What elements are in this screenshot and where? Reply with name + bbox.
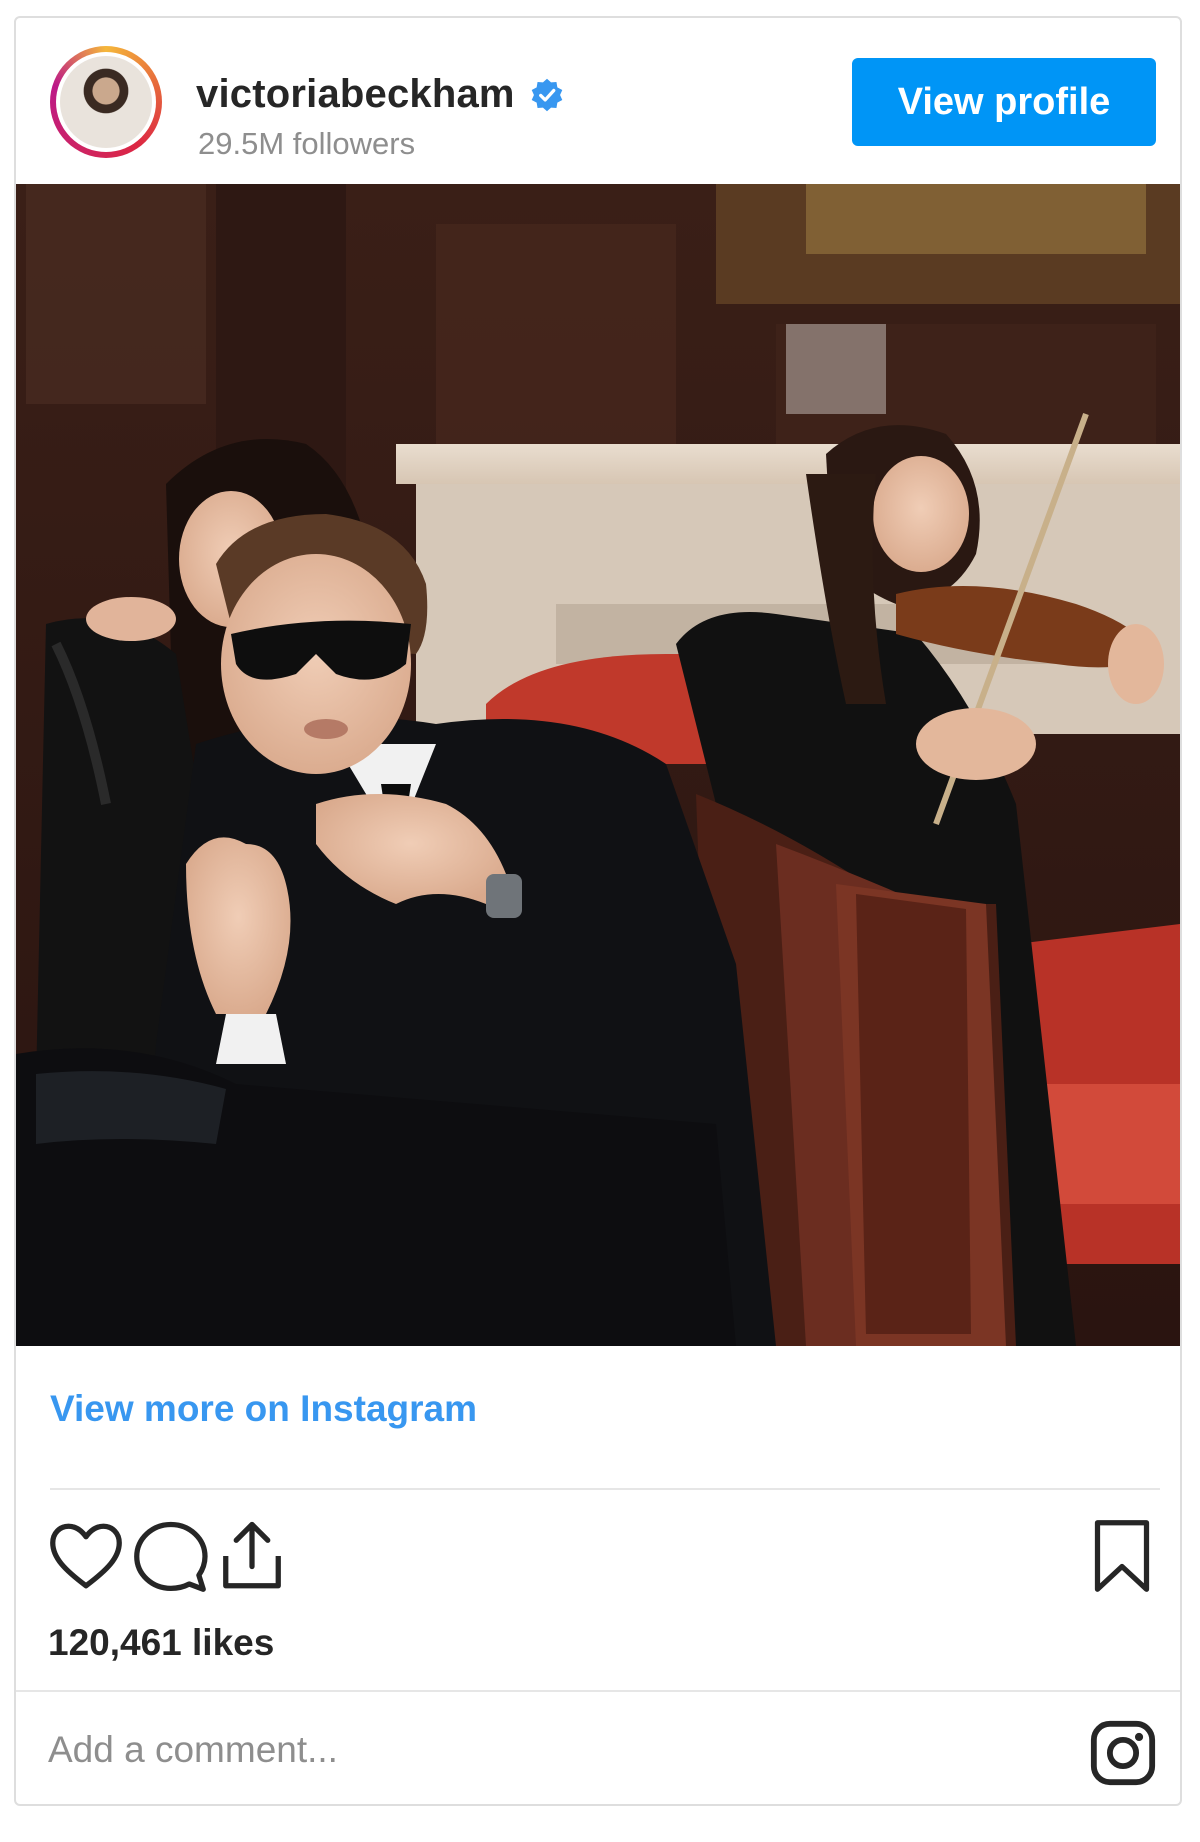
view-profile-button[interactable]: View profile	[852, 58, 1156, 146]
instagram-icon[interactable]	[1088, 1718, 1158, 1788]
share-upload-icon[interactable]	[210, 1514, 294, 1598]
avatar-image	[60, 56, 152, 148]
post-photo-image	[16, 184, 1180, 1346]
bookmark-icon[interactable]	[1080, 1514, 1164, 1598]
heart-icon[interactable]	[44, 1514, 128, 1598]
verified-badge-icon	[531, 78, 563, 111]
view-more-link[interactable]: View more on Instagram	[50, 1388, 477, 1430]
comment-input[interactable]	[48, 1718, 1048, 1782]
username-row: victoriabeckham	[196, 72, 565, 117]
post-photo[interactable]	[16, 184, 1180, 1346]
likes-count: 120,461 likes	[48, 1622, 275, 1663]
avatar-frame	[56, 52, 156, 152]
username[interactable]: victoriabeckham	[196, 72, 515, 117]
divider	[16, 1690, 1180, 1692]
post-header: victoriabeckham 29.5M followers View pro…	[16, 18, 1180, 186]
speech-bubble-icon[interactable]	[128, 1514, 212, 1598]
avatar[interactable]	[50, 46, 162, 158]
followers-count: 29.5M followers	[198, 126, 416, 161]
divider	[50, 1488, 1160, 1490]
instagram-embed-card: victoriabeckham 29.5M followers View pro…	[14, 16, 1182, 1806]
